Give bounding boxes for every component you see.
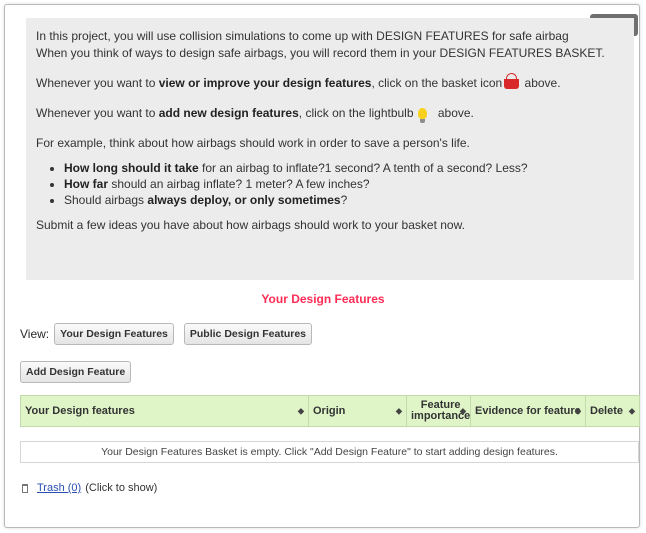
column-header-evidence[interactable]: Evidence for feature ◆: [470, 395, 586, 427]
submit-instruction: Submit a few ideas you have about how ai…: [36, 218, 465, 232]
view-label: View:: [20, 327, 50, 341]
add-design-feature-button[interactable]: Add Design Feature: [20, 361, 132, 383]
sort-icon[interactable]: ◆: [629, 407, 635, 416]
trash-row: Trash (0) (Click to show): [22, 482, 157, 494]
sort-icon[interactable]: ◆: [396, 407, 402, 416]
view-instruction: Whenever you want to view or improve you…: [36, 73, 561, 90]
list-item: Should airbags always deploy, or only so…: [64, 192, 626, 208]
column-header-delete[interactable]: Delete ◆: [585, 395, 640, 427]
sort-icon[interactable]: ◆: [575, 407, 581, 416]
question-list: How long should it take for an airbag to…: [36, 160, 626, 208]
column-header-origin[interactable]: Origin ◆: [308, 395, 407, 427]
list-item: How long should it take for an airbag to…: [64, 160, 626, 176]
public-features-button[interactable]: Public Design Features: [183, 323, 313, 345]
column-header-importance[interactable]: Feature importance ◆: [406, 395, 471, 427]
trash-icon: [22, 483, 28, 493]
intro-line-2: When you think of ways to design safe ai…: [36, 46, 605, 60]
lightbulb-icon: [417, 108, 427, 123]
list-item: How far should an airbag inflate? 1 mete…: [64, 176, 626, 192]
section-title: Your Design Features: [261, 292, 385, 306]
basket-icon: [504, 73, 520, 89]
column-header-feature[interactable]: Your Design features ◆: [20, 395, 309, 427]
trash-hint: (Click to show): [85, 482, 158, 494]
instructions-panel: In this project, you will use collision …: [26, 18, 634, 280]
intro-line-1: In this project, you will use collision …: [36, 29, 569, 43]
view-switcher: View: Your Design Features Public Design…: [20, 323, 313, 345]
your-features-button[interactable]: Your Design Features: [54, 323, 174, 345]
add-instruction: Whenever you want to add new design feat…: [36, 106, 474, 123]
table-header-row: Your Design features ◆ Origin ◆ Feature im…: [20, 395, 640, 427]
sort-icon[interactable]: ◆: [298, 407, 304, 416]
features-table: Your Design features ◆ Origin ◆ Feature im…: [20, 395, 640, 427]
example-text: For example, think about how airbags sho…: [36, 136, 470, 150]
trash-link[interactable]: Trash (0): [37, 482, 81, 494]
sort-icon[interactable]: ◆: [460, 407, 466, 416]
empty-basket-message: Your Design Features Basket is empty. Cl…: [20, 441, 639, 463]
